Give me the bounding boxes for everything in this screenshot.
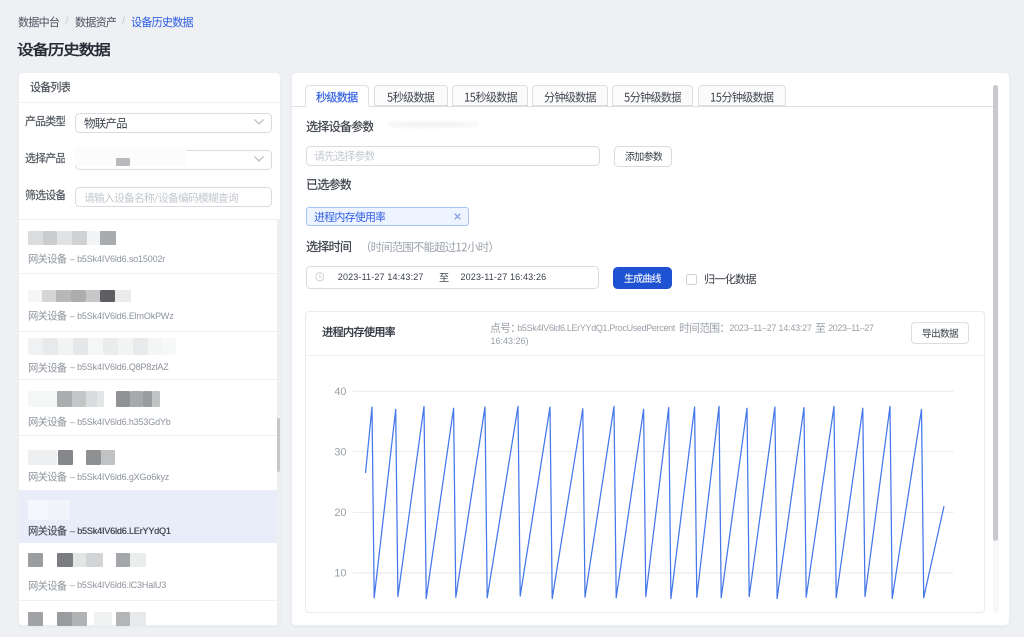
svg-text:10: 10 [334,567,346,579]
svg-text:40: 40 [334,386,346,398]
svg-text:30: 30 [334,446,346,458]
svg-text:20: 20 [334,507,346,519]
